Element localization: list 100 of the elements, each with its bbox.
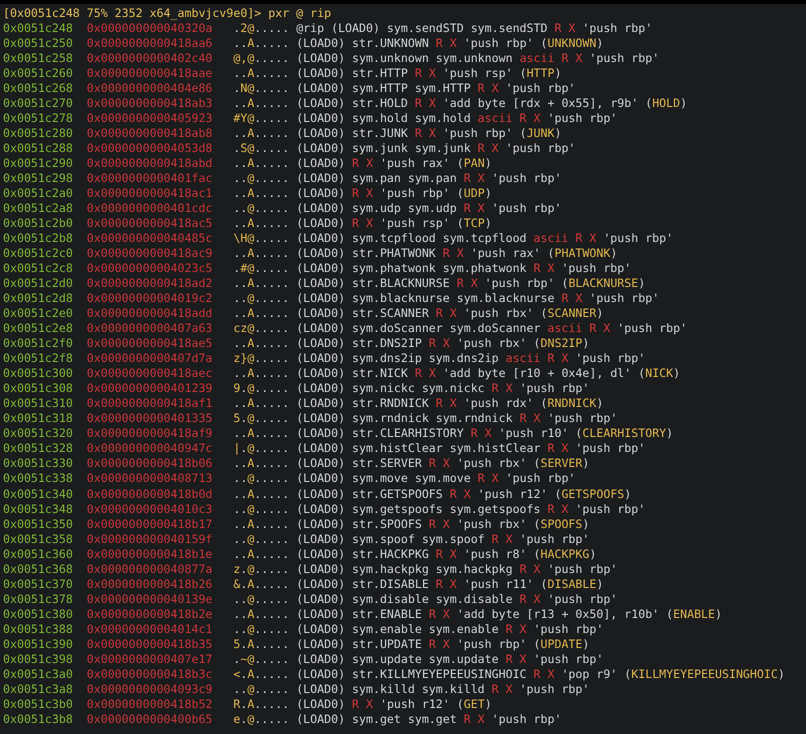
address-cell: 0x0051c388 xyxy=(3,622,73,637)
reference-text: (LOAD0) sym.tcpflood sym.tcpflood ascii R X 'push rbp' xyxy=(296,231,674,246)
address-cell: 0x0051c258 xyxy=(3,51,73,66)
reference-text: (LOAD0) sym.hackpkg sym.hackpkg R X 'push rbp' xyxy=(296,562,618,577)
reference-text: (LOAD0) sym.phatwonk sym.phatwonk R X 'push rbp' xyxy=(296,261,632,276)
value-cell: 0x00000000004010c3 xyxy=(86,502,212,517)
reference-text: (LOAD0) str.SCANNER R X 'push rbx' (SCANNER) xyxy=(296,306,604,322)
value-cell: 0x0000000000418aa6 xyxy=(86,36,212,52)
address-cell: 0x0051c248 xyxy=(3,21,73,36)
value-cell: 0x0000000000418ac9 xyxy=(86,246,212,262)
address-cell: 0x0051c340 xyxy=(3,486,73,502)
address-cell: 0x0051c310 xyxy=(3,396,73,412)
address-cell: 0x0051c2e8 xyxy=(3,321,73,336)
address-cell: 0x0051c320 xyxy=(3,426,73,442)
value-cell: 0x0000000000401fac xyxy=(86,171,212,186)
reference-text: (LOAD0) R X 'push r12' (GET) xyxy=(296,696,492,712)
ascii-cell: ..A..... xyxy=(233,156,290,172)
ascii-cell: ..A..... xyxy=(233,36,290,52)
reference-text: (LOAD0) sym.update sym.update R X 'push rbp' xyxy=(296,652,604,667)
value-cell: 0x0000000000405923 xyxy=(86,111,212,126)
value-cell: 0x0000000000418b0d xyxy=(86,486,212,502)
value-cell: 0x000000000040485c xyxy=(86,231,212,246)
ascii-cell: ..A..... xyxy=(233,186,290,202)
reference-text: (LOAD0) sym.unknown sym.unknown ascii R X 'push rbp' xyxy=(296,51,660,66)
address-cell: 0x0051c2d8 xyxy=(3,291,73,306)
reference-text: (LOAD0) str.NICK R X 'add byte [r10 + 0x4e], dl' (NICK) xyxy=(296,366,680,382)
reference-text: (LOAD0) sym.histClear sym.histClear R X 'push rbp' xyxy=(296,441,646,456)
ascii-cell: ..@..... xyxy=(233,592,290,607)
reference-text: (LOAD0) str.SERVER R X 'push rbx' (SERVER) xyxy=(296,456,590,472)
address-cell: 0x0051c3a8 xyxy=(3,682,73,697)
value-cell: 0x0000000000402c40 xyxy=(86,51,212,66)
reference-text: (LOAD0) sym.disable sym.disable R X 'push rbp' xyxy=(296,592,618,607)
reference-text: (LOAD0) str.UPDATE R X 'push rbp' (UPDATE) xyxy=(296,636,590,652)
reference-text: (LOAD0) str.CLEARHISTORY R X 'push r10' (CLEARHISTORY) xyxy=(296,426,674,442)
address-cell: 0x0051c308 xyxy=(3,381,73,396)
value-cell: 0x0000000000407d7a xyxy=(86,351,212,366)
reference-text: (LOAD0) sym.killd sym.killd R X 'push rbp' xyxy=(296,682,590,697)
value-cell: 0x00000000004023c5 xyxy=(86,261,212,276)
address-cell: 0x0051c270 xyxy=(3,96,73,112)
reference-text: (LOAD0) sym.hold sym.hold ascii R X 'push rbp' xyxy=(296,111,618,126)
address-cell: 0x0051c280 xyxy=(3,126,73,142)
value-cell: 0x000000000040947c xyxy=(86,441,212,456)
ascii-cell: ..A..... xyxy=(233,516,290,532)
reference-text: (LOAD0) sym.move sym.move R X 'push rbp' xyxy=(296,471,576,486)
value-cell: 0x0000000000418b3c xyxy=(86,666,212,682)
address-cell: 0x0051c2c0 xyxy=(3,246,73,262)
ascii-cell: ..@..... xyxy=(233,171,290,186)
reference-text: (LOAD0) str.JUNK R X 'push rbp' (JUNK) xyxy=(296,126,562,142)
address-cell: 0x0051c268 xyxy=(3,81,73,96)
address-cell: 0x0051c250 xyxy=(3,36,73,52)
value-cell: 0x000000000040159f xyxy=(86,532,212,547)
ascii-cell: ..@..... xyxy=(233,682,290,697)
value-cell: 0x0000000000401cdc xyxy=(86,201,212,216)
reference-text: (LOAD0) str.HTTP R X 'push rsp' (HTTP) xyxy=(296,66,562,82)
ascii-cell: ..A..... xyxy=(233,96,290,112)
value-cell: 0x000000000040139e xyxy=(86,592,212,607)
value-cell: 0x0000000000418aec xyxy=(86,366,212,382)
address-cell: 0x0051c2d0 xyxy=(3,276,73,292)
ascii-cell: |.@..... xyxy=(233,441,290,456)
ascii-cell: <.A..... xyxy=(233,666,290,682)
ascii-cell: ..@..... xyxy=(233,201,290,216)
ascii-cell: ..A..... xyxy=(233,246,290,262)
value-cell: 0x0000000000401239 xyxy=(86,381,212,396)
reference-text: (LOAD0) str.SPOOFS R X 'push rbx' (SPOOFS) xyxy=(296,516,590,532)
reference-text: (LOAD0) sym.enable sym.enable R X 'push rbp' xyxy=(296,622,604,637)
ascii-cell: e.@..... xyxy=(233,712,290,727)
address-cell: 0x0051c370 xyxy=(3,576,73,592)
ascii-cell: ..A..... xyxy=(233,216,290,232)
reference-text: (LOAD0) sym.doScanner sym.doScanner ascii R X 'push rbp' xyxy=(296,321,688,336)
address-cell: 0x0051c298 xyxy=(3,171,73,186)
ascii-cell: cz@..... xyxy=(233,321,290,336)
value-cell: 0x0000000000407a63 xyxy=(86,321,212,336)
ascii-cell: @,@..... xyxy=(233,51,290,66)
address-cell: 0x0051c2f8 xyxy=(3,351,73,366)
value-cell: 0x00000000004019c2 xyxy=(86,291,212,306)
value-cell: 0x0000000000418ad2 xyxy=(86,276,212,292)
reference-text: (LOAD0) R X 'push rsp' (TCP) xyxy=(296,216,492,232)
address-cell: 0x0051c360 xyxy=(3,546,73,562)
reference-text: (LOAD0) R X 'push rbp' (UDP) xyxy=(296,186,492,202)
ascii-cell: 5.@..... xyxy=(233,411,290,426)
ascii-cell: ..A..... xyxy=(233,486,290,502)
ascii-cell: ..A..... xyxy=(233,336,290,352)
reference-text: (LOAD0) sym.udp sym.udp R X 'push rbp' xyxy=(296,201,562,216)
reference-text: (LOAD0) str.HACKPKG R X 'push r8' (HACKPKG) xyxy=(296,546,596,562)
reference-text: (LOAD0) sym.junk sym.junk R X 'push rbp' xyxy=(296,141,576,156)
value-cell: 0x0000000000418af9 xyxy=(86,426,212,442)
value-cell: 0x00000000004014c1 xyxy=(86,622,212,637)
reference-text: (LOAD0) sym.HTTP sym.HTTP R X 'push rbp' xyxy=(296,81,576,96)
address-cell: 0x0051c390 xyxy=(3,636,73,652)
ascii-cell: ..@..... xyxy=(233,502,290,517)
value-cell: 0x0000000000418ab3 xyxy=(86,96,212,112)
value-cell: 0x0000000000418aae xyxy=(86,66,212,82)
value-cell: 0x000000000040877a xyxy=(86,562,212,577)
address-cell: 0x0051c2a8 xyxy=(3,201,73,216)
address-cell: 0x0051c2c8 xyxy=(3,261,73,276)
ascii-cell: .N@..... xyxy=(233,81,290,96)
value-cell: 0x0000000000418b06 xyxy=(86,456,212,472)
address-cell: 0x0051c3a0 xyxy=(3,666,73,682)
address-cell: 0x0051c350 xyxy=(3,516,73,532)
ascii-cell: ..@..... xyxy=(233,622,290,637)
